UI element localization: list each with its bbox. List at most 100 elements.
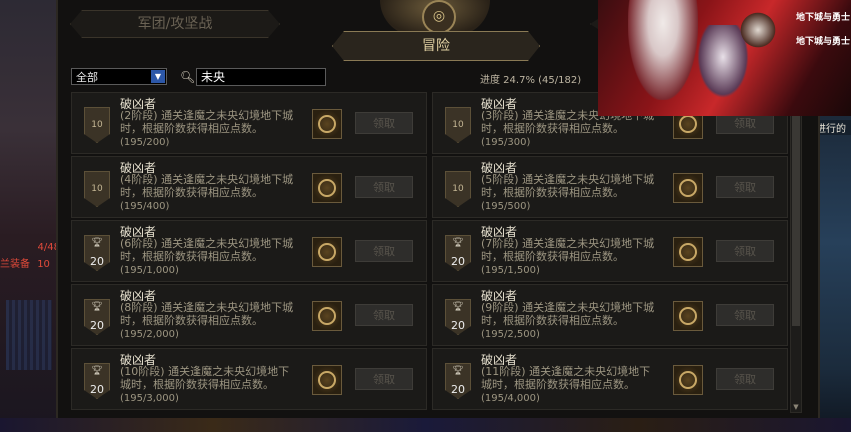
achievement-card: 10 破凶者 (2阶段) 通关逢魔之未央幻境地下城时，根据阶数获得相应点数。 (195… — [71, 92, 427, 154]
achievement-progress: (195/2,000) — [120, 329, 179, 340]
reward-emblem-icon — [679, 243, 697, 261]
achievement-points: 20 — [451, 319, 465, 332]
category-select-value: 全部 — [76, 71, 98, 84]
reward-emblem-icon — [318, 179, 336, 197]
reward-emblem-icon — [318, 243, 336, 261]
achievement-progress: (195/3,000) — [120, 393, 179, 404]
reward-icon[interactable] — [312, 173, 342, 203]
reward-emblem-icon — [679, 307, 697, 325]
right-status-note: 进行的 — [816, 120, 851, 135]
reward-icon[interactable] — [312, 109, 342, 139]
claim-button[interactable]: 领取 — [355, 368, 413, 390]
achievement-description: (10阶段) 通关逢魔之未央幻境地下城时，根据阶数获得相应点数。 — [120, 365, 290, 391]
achievement-points: 20 — [90, 383, 104, 396]
reward-emblem-icon — [318, 115, 336, 133]
achievement-progress: (195/1,500) — [481, 265, 540, 276]
achievement-points-badge: 🏆︎ 20 — [445, 363, 471, 399]
reward-icon[interactable] — [312, 365, 342, 395]
achievement-progress: (195/200) — [120, 137, 170, 148]
achievement-description: (6阶段) 通关逢魔之未央幻境地下城时，根据阶数获得相应点数。 — [120, 237, 294, 263]
achievement-points-badge: 🏆︎ 20 — [445, 235, 471, 271]
trophy-icon: 🏆︎ — [452, 238, 464, 248]
achievement-points-badge: 🏆︎ 20 — [84, 299, 110, 335]
achievement-points-badge: 🏆︎ 20 — [445, 299, 471, 335]
reward-icon[interactable] — [312, 237, 342, 267]
achievement-description: (2阶段) 通关逢魔之未央幻境地下城时，根据阶数获得相应点数。 — [120, 109, 294, 135]
reward-icon[interactable] — [673, 173, 703, 203]
logo-text: 地下城与勇士 — [796, 13, 851, 23]
category-select[interactable]: 全部 ▼ — [71, 68, 167, 85]
banner-character-image — [738, 10, 778, 50]
achievement-card: 10 破凶者 (4阶段) 通关逢魔之未央幻境地下城时，根据阶数获得相应点数。 (195… — [71, 156, 427, 218]
achievement-card: 🏆︎ 20 破凶者 (11阶段) 通关逢魔之未央幻境地下城时，根据阶数获得相应点数。(… — [432, 348, 788, 410]
reward-emblem-icon — [679, 179, 697, 197]
compass-icon: ◎ — [422, 0, 456, 34]
achievement-points: 20 — [451, 383, 465, 396]
reward-emblem-icon — [318, 371, 336, 389]
claim-button[interactable]: 领取 — [355, 112, 413, 134]
side-counter: 4/48 — [37, 242, 60, 253]
banner-character-image — [628, 0, 698, 100]
claim-button[interactable]: 领取 — [716, 240, 774, 262]
reward-icon[interactable] — [673, 365, 703, 395]
game-logo: 地下城与勇士 地下城与勇士 — [796, 6, 850, 54]
claim-button[interactable]: 领取 — [716, 304, 774, 326]
achievement-points-badge: 🏆︎ 20 — [84, 235, 110, 271]
claim-button[interactable]: 领取 — [716, 368, 774, 390]
side-equipment-count: 10 — [37, 259, 50, 270]
side-equipment-text: 兰装备 — [0, 259, 30, 270]
list-scrollbar[interactable]: ▼ — [790, 95, 802, 413]
achievement-card: 🏆︎ 20 破凶者 (9阶段) 通关逢魔之未央幻境地下城时，根据阶数获得相应点数。 (1… — [432, 284, 788, 346]
claim-button[interactable]: 领取 — [355, 240, 413, 262]
achievement-card: 🏆︎ 20 破凶者 (10阶段) 通关逢魔之未央幻境地下城时，根据阶数获得相应点数。(… — [71, 348, 427, 410]
achievement-points: 10 — [91, 120, 103, 130]
achievement-description: (5阶段) 通关逢魔之未央幻境地下城时，根据阶数获得相应点数。 — [481, 173, 655, 199]
chevron-down-icon[interactable]: ▼ — [151, 70, 165, 83]
achievement-description: (9阶段) 通关逢魔之未央幻境地下城时，根据阶数获得相应点数。 — [481, 301, 655, 327]
achievement-points: 20 — [90, 319, 104, 332]
tab-guild-siege[interactable]: 军团/攻坚战 — [70, 10, 280, 38]
scrollbar-thumb[interactable] — [792, 111, 800, 326]
trophy-icon: 🏆︎ — [91, 302, 103, 312]
scroll-down-icon[interactable]: ▼ — [792, 403, 800, 411]
achievement-description: (7阶段) 通关逢魔之未央幻境地下城时，根据阶数获得相应点数。 — [481, 237, 655, 263]
achievement-points-badge: 10 — [84, 107, 110, 143]
reward-emblem-icon — [318, 307, 336, 325]
achievement-points-badge: 10 — [84, 171, 110, 207]
achievement-points: 20 — [90, 255, 104, 268]
game-hotbar — [0, 418, 851, 432]
achievement-points-badge: 🏆︎ 20 — [84, 363, 110, 399]
reward-icon[interactable] — [673, 237, 703, 267]
achievement-points: 10 — [452, 184, 464, 194]
achievement-progress: (195/400) — [120, 201, 170, 212]
claim-button[interactable]: 领取 — [716, 176, 774, 198]
game-background-left — [0, 0, 60, 432]
achievement-points: 20 — [451, 255, 465, 268]
background-decoration — [6, 300, 52, 370]
achievement-points-badge: 10 — [445, 107, 471, 143]
claim-button[interactable]: 领取 — [355, 304, 413, 326]
achievement-progress: (195/4,000) — [481, 393, 540, 404]
achievement-card: 10 破凶者 (5阶段) 通关逢魔之未央幻境地下城时，根据阶数获得相应点数。 (195… — [432, 156, 788, 218]
trophy-icon: 🏆︎ — [91, 238, 103, 248]
trophy-icon: 🏆︎ — [452, 302, 464, 312]
reward-icon[interactable] — [673, 301, 703, 331]
achievement-points: 10 — [452, 120, 464, 130]
progress-readout: 进度 24.7% (45/182) — [480, 75, 582, 86]
achievement-progress: (195/1,000) — [120, 265, 179, 276]
achievement-card: 🏆︎ 20 破凶者 (8阶段) 通关逢魔之未央幻境地下城时，根据阶数获得相应点数。 (1… — [71, 284, 427, 346]
achievement-points: 10 — [91, 184, 103, 194]
achievement-description: (4阶段) 通关逢魔之未央幻境地下城时，根据阶数获得相应点数。 — [120, 173, 294, 199]
reward-icon[interactable] — [312, 301, 342, 331]
achievement-description: (11阶段) 通关逢魔之未央幻境地下城时，根据阶数获得相应点数。 — [481, 365, 651, 391]
trophy-icon: 🏆︎ — [91, 366, 103, 376]
search-input[interactable]: 未央 — [196, 68, 326, 86]
promo-banner[interactable]: 地下城与勇士 地下城与勇士 — [598, 0, 851, 116]
achievement-description: (8阶段) 通关逢魔之未央幻境地下城时，根据阶数获得相应点数。 — [120, 301, 294, 327]
claim-button[interactable]: 领取 — [355, 176, 413, 198]
game-background-right — [816, 116, 851, 432]
search-icon: 🔍︎ — [180, 70, 196, 84]
logo-text: 地下城与勇士 — [796, 37, 851, 47]
reward-emblem-icon — [679, 115, 697, 133]
tab-adventure[interactable]: 冒险 — [332, 31, 540, 61]
